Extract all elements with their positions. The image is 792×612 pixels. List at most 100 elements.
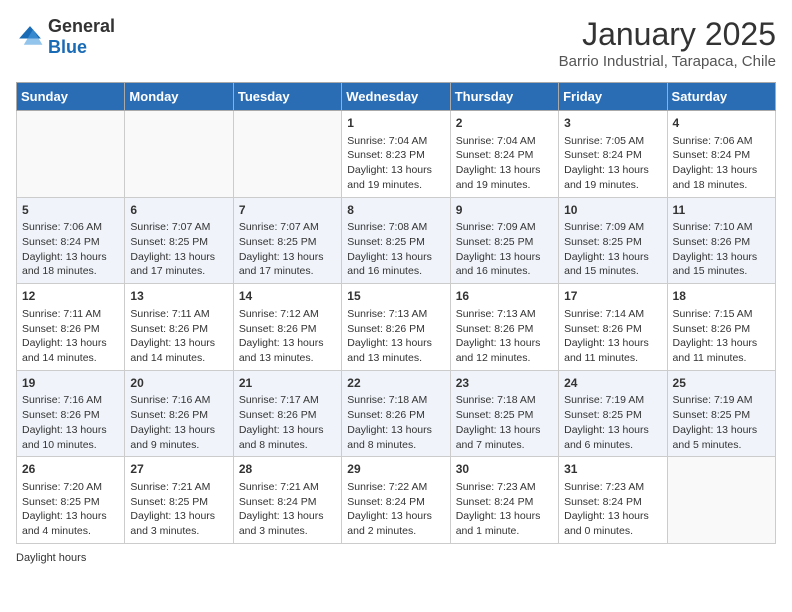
day-content-line: Sunrise: 7:10 AM — [673, 220, 770, 235]
day-content-line: Sunrise: 7:23 AM — [456, 480, 553, 495]
calendar-cell: 31Sunrise: 7:23 AMSunset: 8:24 PMDayligh… — [559, 457, 667, 544]
day-content-line: Sunrise: 7:13 AM — [347, 307, 444, 322]
day-content-line: Sunset: 8:26 PM — [130, 408, 227, 423]
day-content-line: Sunrise: 7:11 AM — [130, 307, 227, 322]
day-number: 30 — [456, 461, 553, 478]
day-content-line: Daylight: 13 hours and 13 minutes. — [239, 336, 336, 365]
day-content-line: Sunset: 8:26 PM — [22, 408, 119, 423]
day-number: 26 — [22, 461, 119, 478]
calendar-cell: 6Sunrise: 7:07 AMSunset: 8:25 PMDaylight… — [125, 197, 233, 284]
calendar-cell: 29 Sunrise: 7:22 AMSunset: 8:24 PMDayligh… — [342, 457, 450, 544]
day-content-line: Sunrise: 7:14 AM — [564, 307, 661, 322]
day-content-line: Daylight: 13 hours and 15 minutes. — [673, 250, 770, 279]
day-content-line: Daylight: 13 hours and 18 minutes. — [22, 250, 119, 279]
day-content-line: Sunrise: 7:19 AM — [564, 393, 661, 408]
day-content-line: Daylight: 13 hours and 18 minutes. — [673, 163, 770, 192]
calendar-cell: 21Sunrise: 7:17 AMSunset: 8:26 PMDayligh… — [233, 370, 341, 457]
day-content-line: Sunset: 8:26 PM — [239, 322, 336, 337]
day-number: 4 — [673, 115, 770, 132]
day-content-line: Daylight: 13 hours and 2 minutes. — [347, 509, 444, 538]
calendar-cell: 23Sunrise: 7:18 AMSunset: 8:25 PMDayligh… — [450, 370, 558, 457]
day-content-line: Daylight: 13 hours and 1 minute. — [456, 509, 553, 538]
calendar-cell: 19Sunrise: 7:16 AMSunset: 8:26 PMDayligh… — [17, 370, 125, 457]
day-number: 18 — [673, 288, 770, 305]
day-number: 27 — [130, 461, 227, 478]
day-content-line: Sunset: 8:26 PM — [239, 408, 336, 423]
day-content-line: Sunset: 8:26 PM — [564, 322, 661, 337]
day-number: 5 — [22, 202, 119, 219]
day-content-line: Sunset: 8:26 PM — [673, 235, 770, 250]
calendar-cell: 11Sunrise: 7:10 AMSunset: 8:26 PMDayligh… — [667, 197, 775, 284]
day-content-line: Sunrise: 7:09 AM — [564, 220, 661, 235]
calendar-cell: 28Sunrise: 7:21 AMSunset: 8:24 PMDayligh… — [233, 457, 341, 544]
day-content-line: Sunset: 8:25 PM — [130, 235, 227, 250]
day-content-line: Sunset: 8:26 PM — [456, 322, 553, 337]
day-content-line: Sunset: 8:24 PM — [564, 495, 661, 510]
calendar-cell — [17, 111, 125, 198]
day-content-line: Sunrise: 7:19 AM — [673, 393, 770, 408]
day-content-line: Sunrise: 7:18 AM — [347, 393, 444, 408]
day-content-line: Daylight: 13 hours and 16 minutes. — [347, 250, 444, 279]
day-content-line: Sunrise: 7:06 AM — [22, 220, 119, 235]
day-content-line: Sunset: 8:24 PM — [239, 495, 336, 510]
day-content-line: Daylight: 13 hours and 17 minutes. — [239, 250, 336, 279]
day-content-line: Sunrise: 7:23 AM — [564, 480, 661, 495]
day-number: 15 — [347, 288, 444, 305]
day-content-line: Sunset: 8:24 PM — [347, 495, 444, 510]
day-content-line: Sunset: 8:24 PM — [673, 148, 770, 163]
day-content-line: Sunset: 8:25 PM — [239, 235, 336, 250]
day-content-line: Sunrise: 7:08 AM — [347, 220, 444, 235]
day-content-line: Sunrise: 7:04 AM — [456, 134, 553, 149]
calendar-week-2: 5Sunrise: 7:06 AMSunset: 8:24 PMDaylight… — [17, 197, 776, 284]
day-number: 13 — [130, 288, 227, 305]
day-content-line: Sunset: 8:26 PM — [22, 322, 119, 337]
calendar-cell: 3Sunrise: 7:05 AMSunset: 8:24 PMDaylight… — [559, 111, 667, 198]
day-content-line: Sunset: 8:25 PM — [564, 408, 661, 423]
calendar-cell: 24Sunrise: 7:19 AMSunset: 8:25 PMDayligh… — [559, 370, 667, 457]
logo-icon — [16, 23, 44, 51]
calendar-cell: 8Sunrise: 7:08 AMSunset: 8:25 PMDaylight… — [342, 197, 450, 284]
day-number: 8 — [347, 202, 444, 219]
day-number: 10 — [564, 202, 661, 219]
calendar-cell: 9Sunrise: 7:09 AMSunset: 8:25 PMDaylight… — [450, 197, 558, 284]
title-block: January 2025 Barrio Industrial, Tarapaca… — [559, 16, 776, 70]
day-content-line: Sunrise: 7:21 AM — [239, 480, 336, 495]
day-content-line: Sunrise: 7:05 AM — [564, 134, 661, 149]
day-content-line: Sunset: 8:26 PM — [673, 322, 770, 337]
day-number: 17 — [564, 288, 661, 305]
day-content-line: Sunset: 8:26 PM — [347, 408, 444, 423]
day-number: 29 — [347, 461, 444, 478]
day-number: 22 — [347, 375, 444, 392]
day-header-saturday: Saturday — [667, 83, 775, 111]
calendar-cell: 14Sunrise: 7:12 AMSunset: 8:26 PMDayligh… — [233, 284, 341, 371]
day-number: 24 — [564, 375, 661, 392]
calendar-cell: 5Sunrise: 7:06 AMSunset: 8:24 PMDaylight… — [17, 197, 125, 284]
calendar-cell: 18Sunrise: 7:15 AMSunset: 8:26 PMDayligh… — [667, 284, 775, 371]
calendar-week-5: 26Sunrise: 7:20 AMSunset: 8:25 PMDayligh… — [17, 457, 776, 544]
day-content-line: Sunset: 8:24 PM — [456, 148, 553, 163]
day-number: 12 — [22, 288, 119, 305]
day-header-monday: Monday — [125, 83, 233, 111]
day-content-line: Daylight: 13 hours and 14 minutes. — [22, 336, 119, 365]
calendar-cell: 4 Sunrise: 7:06 AMSunset: 8:24 PMDaylight… — [667, 111, 775, 198]
logo-general: General — [48, 16, 115, 36]
calendar-cell: 12Sunrise: 7:11 AMSunset: 8:26 PMDayligh… — [17, 284, 125, 371]
day-content-line: Daylight: 13 hours and 19 minutes. — [456, 163, 553, 192]
day-number: 9 — [456, 202, 553, 219]
day-header-sunday: Sunday — [17, 83, 125, 111]
day-content-line: Daylight: 13 hours and 11 minutes. — [673, 336, 770, 365]
calendar-cell: 27Sunrise: 7:21 AMSunset: 8:25 PMDayligh… — [125, 457, 233, 544]
day-content-line: Sunrise: 7:06 AM — [673, 134, 770, 149]
day-number: 23 — [456, 375, 553, 392]
day-number: 21 — [239, 375, 336, 392]
day-content-line: Sunrise: 7:22 AM — [347, 480, 444, 495]
location-title: Barrio Industrial, Tarapaca, Chile — [559, 53, 776, 70]
day-content-line: Daylight: 13 hours and 11 minutes. — [564, 336, 661, 365]
day-number: 3 — [564, 115, 661, 132]
day-content-line: Daylight: 13 hours and 12 minutes. — [456, 336, 553, 365]
day-content-line: Sunrise: 7:13 AM — [456, 307, 553, 322]
day-content-line: Daylight: 13 hours and 13 minutes. — [347, 336, 444, 365]
calendar-cell: 10Sunrise: 7:09 AMSunset: 8:25 PMDayligh… — [559, 197, 667, 284]
day-content-line: Daylight: 13 hours and 15 minutes. — [564, 250, 661, 279]
day-content-line: Daylight: 13 hours and 10 minutes. — [22, 423, 119, 452]
